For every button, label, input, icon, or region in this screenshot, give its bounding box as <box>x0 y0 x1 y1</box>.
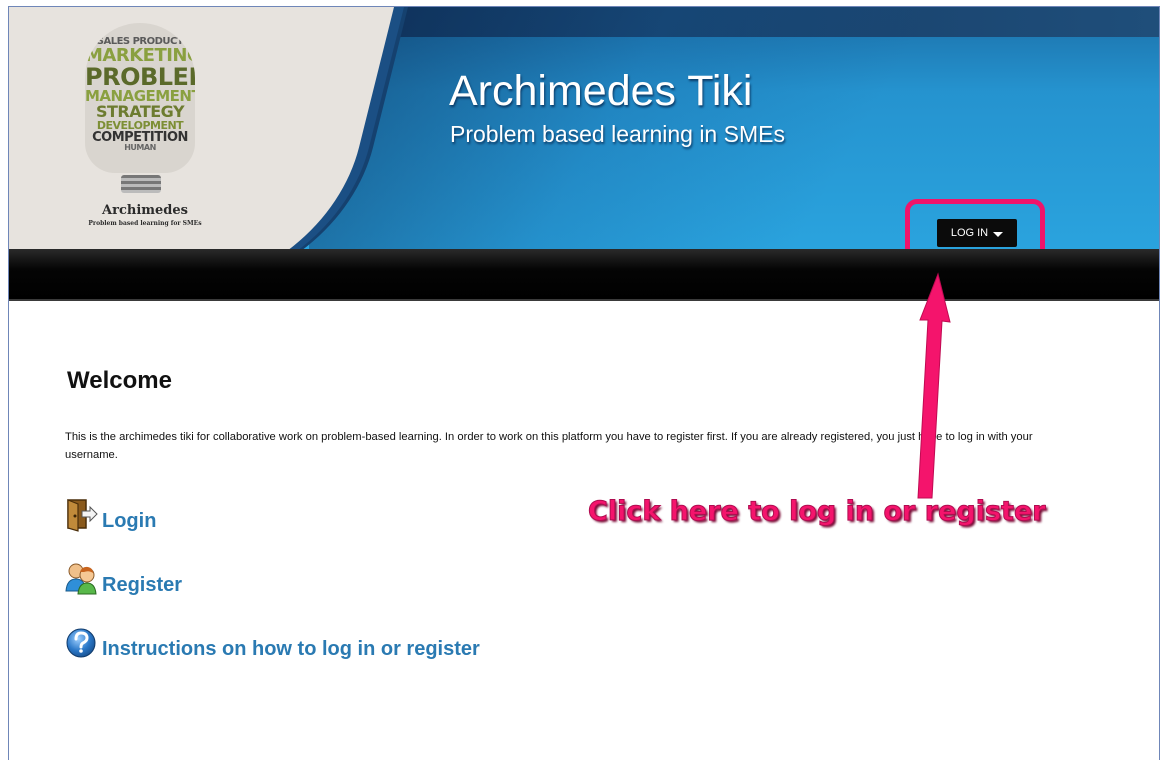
logo-subtitle: Problem based learning for SMEs <box>88 220 202 227</box>
users-icon <box>62 559 100 597</box>
lightbulb-wordcloud: SALES PRODUCT MARKETING PROBLEMS MANAGEM… <box>85 23 195 173</box>
instructions-link-label: Instructions on how to log in or registe… <box>102 638 480 660</box>
site-header: SALES PRODUCT MARKETING PROBLEMS MANAGEM… <box>9 7 1159 249</box>
page-title: Welcome <box>67 367 172 394</box>
top-navbar <box>9 249 1159 301</box>
lightbulb-base <box>121 175 161 193</box>
logo-title: Archimedes <box>102 203 188 218</box>
annotation-callout: Click here to log in or register <box>588 496 1047 528</box>
page-frame: SALES PRODUCT MARKETING PROBLEMS MANAGEM… <box>8 6 1160 760</box>
annotation-arrow <box>917 272 951 499</box>
login-link-label: Login <box>102 510 157 532</box>
login-link[interactable]: Login <box>62 495 156 533</box>
register-link[interactable]: Register <box>62 559 182 597</box>
logo-word: STRATEGY <box>95 102 185 121</box>
site-logo[interactable]: SALES PRODUCT MARKETING PROBLEMS MANAGEM… <box>69 23 219 233</box>
help-icon <box>62 623 100 661</box>
logo-word: PROBLEMS <box>85 63 195 91</box>
site-title: Archimedes Tiki <box>449 67 753 115</box>
door-exit-icon <box>62 495 100 533</box>
site-subtitle: Problem based learning in SMEs <box>450 121 785 147</box>
instructions-link[interactable]: Instructions on how to log in or registe… <box>62 623 480 661</box>
logo-word: HUMAN <box>124 143 156 152</box>
register-link-label: Register <box>102 574 183 596</box>
annotation-highlight-box <box>905 199 1045 249</box>
